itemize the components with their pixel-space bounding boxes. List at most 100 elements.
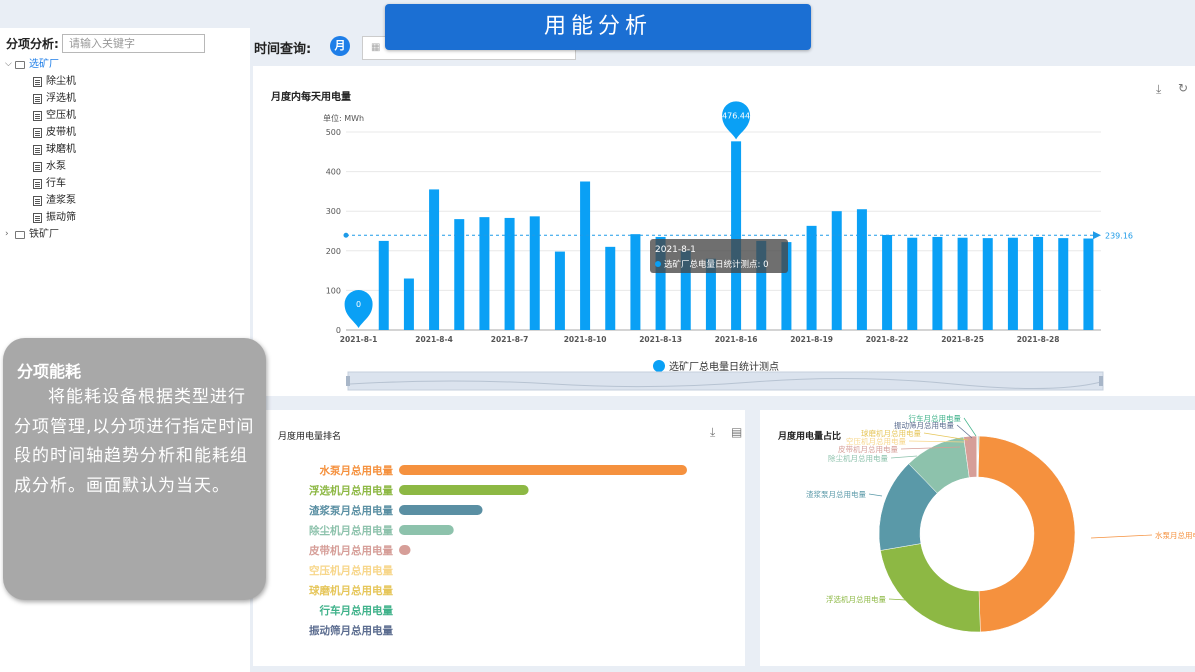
description-title: 分项能耗	[17, 362, 82, 381]
donut-label-line	[923, 432, 969, 441]
tree-leaf[interactable]: 渣浆泵	[5, 192, 76, 209]
description-card: 分项能耗 将能耗设备根据类型进行分项管理,以分项进行指定时间段的时间轴趋势分析和…	[3, 338, 266, 600]
tree-leaf[interactable]: 球磨机	[5, 141, 76, 158]
tree-leaf[interactable]: 皮带机	[5, 124, 76, 141]
data-bar	[907, 237, 918, 330]
legend-marker	[653, 360, 665, 372]
calendar-icon: ▦	[371, 42, 381, 53]
data-bar	[806, 225, 817, 330]
min-marker-shape	[344, 290, 373, 328]
chevron-down-icon[interactable]: ⌵	[5, 56, 15, 73]
donut-label: 浮选机月总用电量	[826, 594, 886, 604]
tree-leaf-label: 浮选机	[46, 93, 76, 104]
time-query-label: 时间查询:	[254, 42, 312, 57]
donut-label: 水泵月总用电量	[1155, 530, 1195, 540]
ranking-category-label: 行车月总用电量	[319, 604, 394, 617]
x-tick-label: 2021-8-16	[715, 335, 758, 344]
data-bar	[479, 217, 490, 330]
document-icon	[33, 76, 42, 87]
ranking-panel: 月度用电量排名 ⤓ ▤ 水泵月总用电量 浮选机月总用电量 渣浆泵月总用电量 除尘机月总…	[253, 410, 745, 666]
donut-slice	[976, 435, 1076, 633]
document-icon	[33, 110, 42, 121]
donut-label: 行车月总用电量	[909, 413, 962, 423]
average-value-label: 239.16	[1105, 231, 1133, 240]
tree-leaf-label: 行车	[46, 178, 66, 189]
page-title-banner: 用能分析	[385, 4, 811, 50]
tree-leaf-label: 除尘机	[46, 76, 76, 87]
tree-leaf[interactable]: 行车	[5, 175, 76, 192]
description-text: 将能耗设备根据类型进行分项管理,以分项进行指定时间段的时间轴趋势分析和能耗组成分…	[14, 387, 255, 496]
x-tick-label: 2021-8-25	[941, 335, 984, 344]
daily-bar-chart: 单位: MWh 0 100 200 300 400 500 2021-8-1 2021-8-4 2…	[323, 101, 1133, 391]
y-tick-label: 0	[336, 326, 341, 335]
ranking-category-label: 除尘机月总用电量	[309, 524, 393, 537]
data-bar	[429, 189, 440, 330]
max-marker-label: 476.44	[722, 111, 750, 120]
tree-node[interactable]: › 铁矿厂	[5, 226, 76, 243]
ranking-bar-chart: 水泵月总用电量浮选机月总用电量渣浆泵月总用电量除尘机月总用电量皮带机月总用电量空…	[308, 464, 687, 637]
sidebar-heading: 分项分析:	[6, 37, 59, 51]
tooltip-title: 2021-8-1	[655, 245, 696, 255]
y-tick-label: 300	[326, 207, 341, 216]
y-axis-unit-label: 单位: MWh	[323, 113, 364, 123]
average-line-arrow	[1093, 231, 1101, 240]
data-bar	[630, 234, 641, 330]
document-icon	[33, 178, 42, 189]
x-tick-label: 2021-8-10	[564, 335, 607, 344]
document-icon	[33, 161, 42, 172]
data-bar	[882, 234, 893, 330]
search-input[interactable]: 请输入关键字	[62, 34, 205, 53]
tree-leaf-label: 空压机	[46, 110, 76, 121]
data-bar	[856, 209, 867, 330]
document-icon	[33, 212, 42, 223]
ranking-category-label: 皮带机月总用电量	[308, 544, 393, 557]
daily-usage-panel: 月度内每天用电量 ⤓ ↻ 单位: MWh 0 100 200 300 400 500 2021…	[253, 66, 1195, 396]
x-tick-label: 2021-8-1	[340, 335, 378, 344]
folder-icon	[15, 230, 25, 239]
tree-leaf-label: 渣浆泵	[46, 195, 76, 206]
tree-leaf[interactable]: 除尘机	[5, 73, 76, 90]
share-donut-chart: 水泵月总用电量浮选机月总用电量渣浆泵月总用电量除尘机月总用电量皮带机月总用电量空…	[806, 413, 1195, 633]
chevron-right-icon[interactable]: ›	[5, 226, 15, 243]
tree-leaf[interactable]: 空压机	[5, 107, 76, 124]
y-tick-label: 400	[326, 168, 341, 177]
document-icon	[33, 144, 42, 155]
tooltip-marker	[655, 261, 661, 267]
tree-leaf[interactable]: 振动筛	[5, 209, 76, 226]
donut-label-line	[1090, 534, 1153, 539]
tree-leaf-label: 振动筛	[46, 212, 76, 223]
x-tick-label: 2021-8-28	[1017, 335, 1060, 344]
y-tick-label: 100	[326, 286, 341, 295]
document-icon	[33, 195, 42, 206]
tree-node[interactable]: ⌵ 选矿厂	[5, 56, 76, 73]
donut-label: 渣浆泵月总用电量	[806, 489, 866, 499]
ranking-bar	[399, 505, 483, 515]
tooltip-value: 选矿厂总电量日统计测点: 0	[664, 259, 768, 270]
ranking-category-label: 空压机月总用电量	[309, 564, 393, 577]
ranking-bar	[399, 485, 529, 495]
tree-leaf[interactable]: 浮选机	[5, 90, 76, 107]
max-marker: 476.44	[722, 101, 751, 140]
month-button[interactable]: 月	[330, 36, 350, 56]
data-bar	[957, 237, 968, 330]
document-icon	[33, 93, 42, 104]
donut-label-line	[890, 455, 918, 459]
data-bar	[1058, 238, 1069, 330]
data-zoom-left-handle	[346, 376, 350, 386]
ranking-category-label: 球磨机月总用电量	[309, 584, 393, 597]
tree-leaf-label: 水泵	[46, 161, 66, 172]
tree-leaf[interactable]: 水泵	[5, 158, 76, 175]
tree-leaf-label: 皮带机	[46, 127, 76, 138]
data-bar	[1083, 238, 1094, 330]
ranking-category-label: 振动筛月总用电量	[309, 624, 393, 637]
donut-label: 除尘机月总用电量	[828, 453, 888, 463]
data-bar	[403, 278, 414, 330]
ranking-category-label: 渣浆泵月总用电量	[309, 504, 393, 517]
tree-leaf-label: 球磨机	[46, 144, 76, 155]
min-marker: 0	[344, 290, 373, 328]
ranking-bar	[399, 465, 687, 475]
donut-label-line	[963, 417, 977, 437]
data-bar	[932, 236, 943, 330]
ranking-bar	[399, 545, 411, 555]
y-tick-label: 500	[326, 128, 341, 137]
